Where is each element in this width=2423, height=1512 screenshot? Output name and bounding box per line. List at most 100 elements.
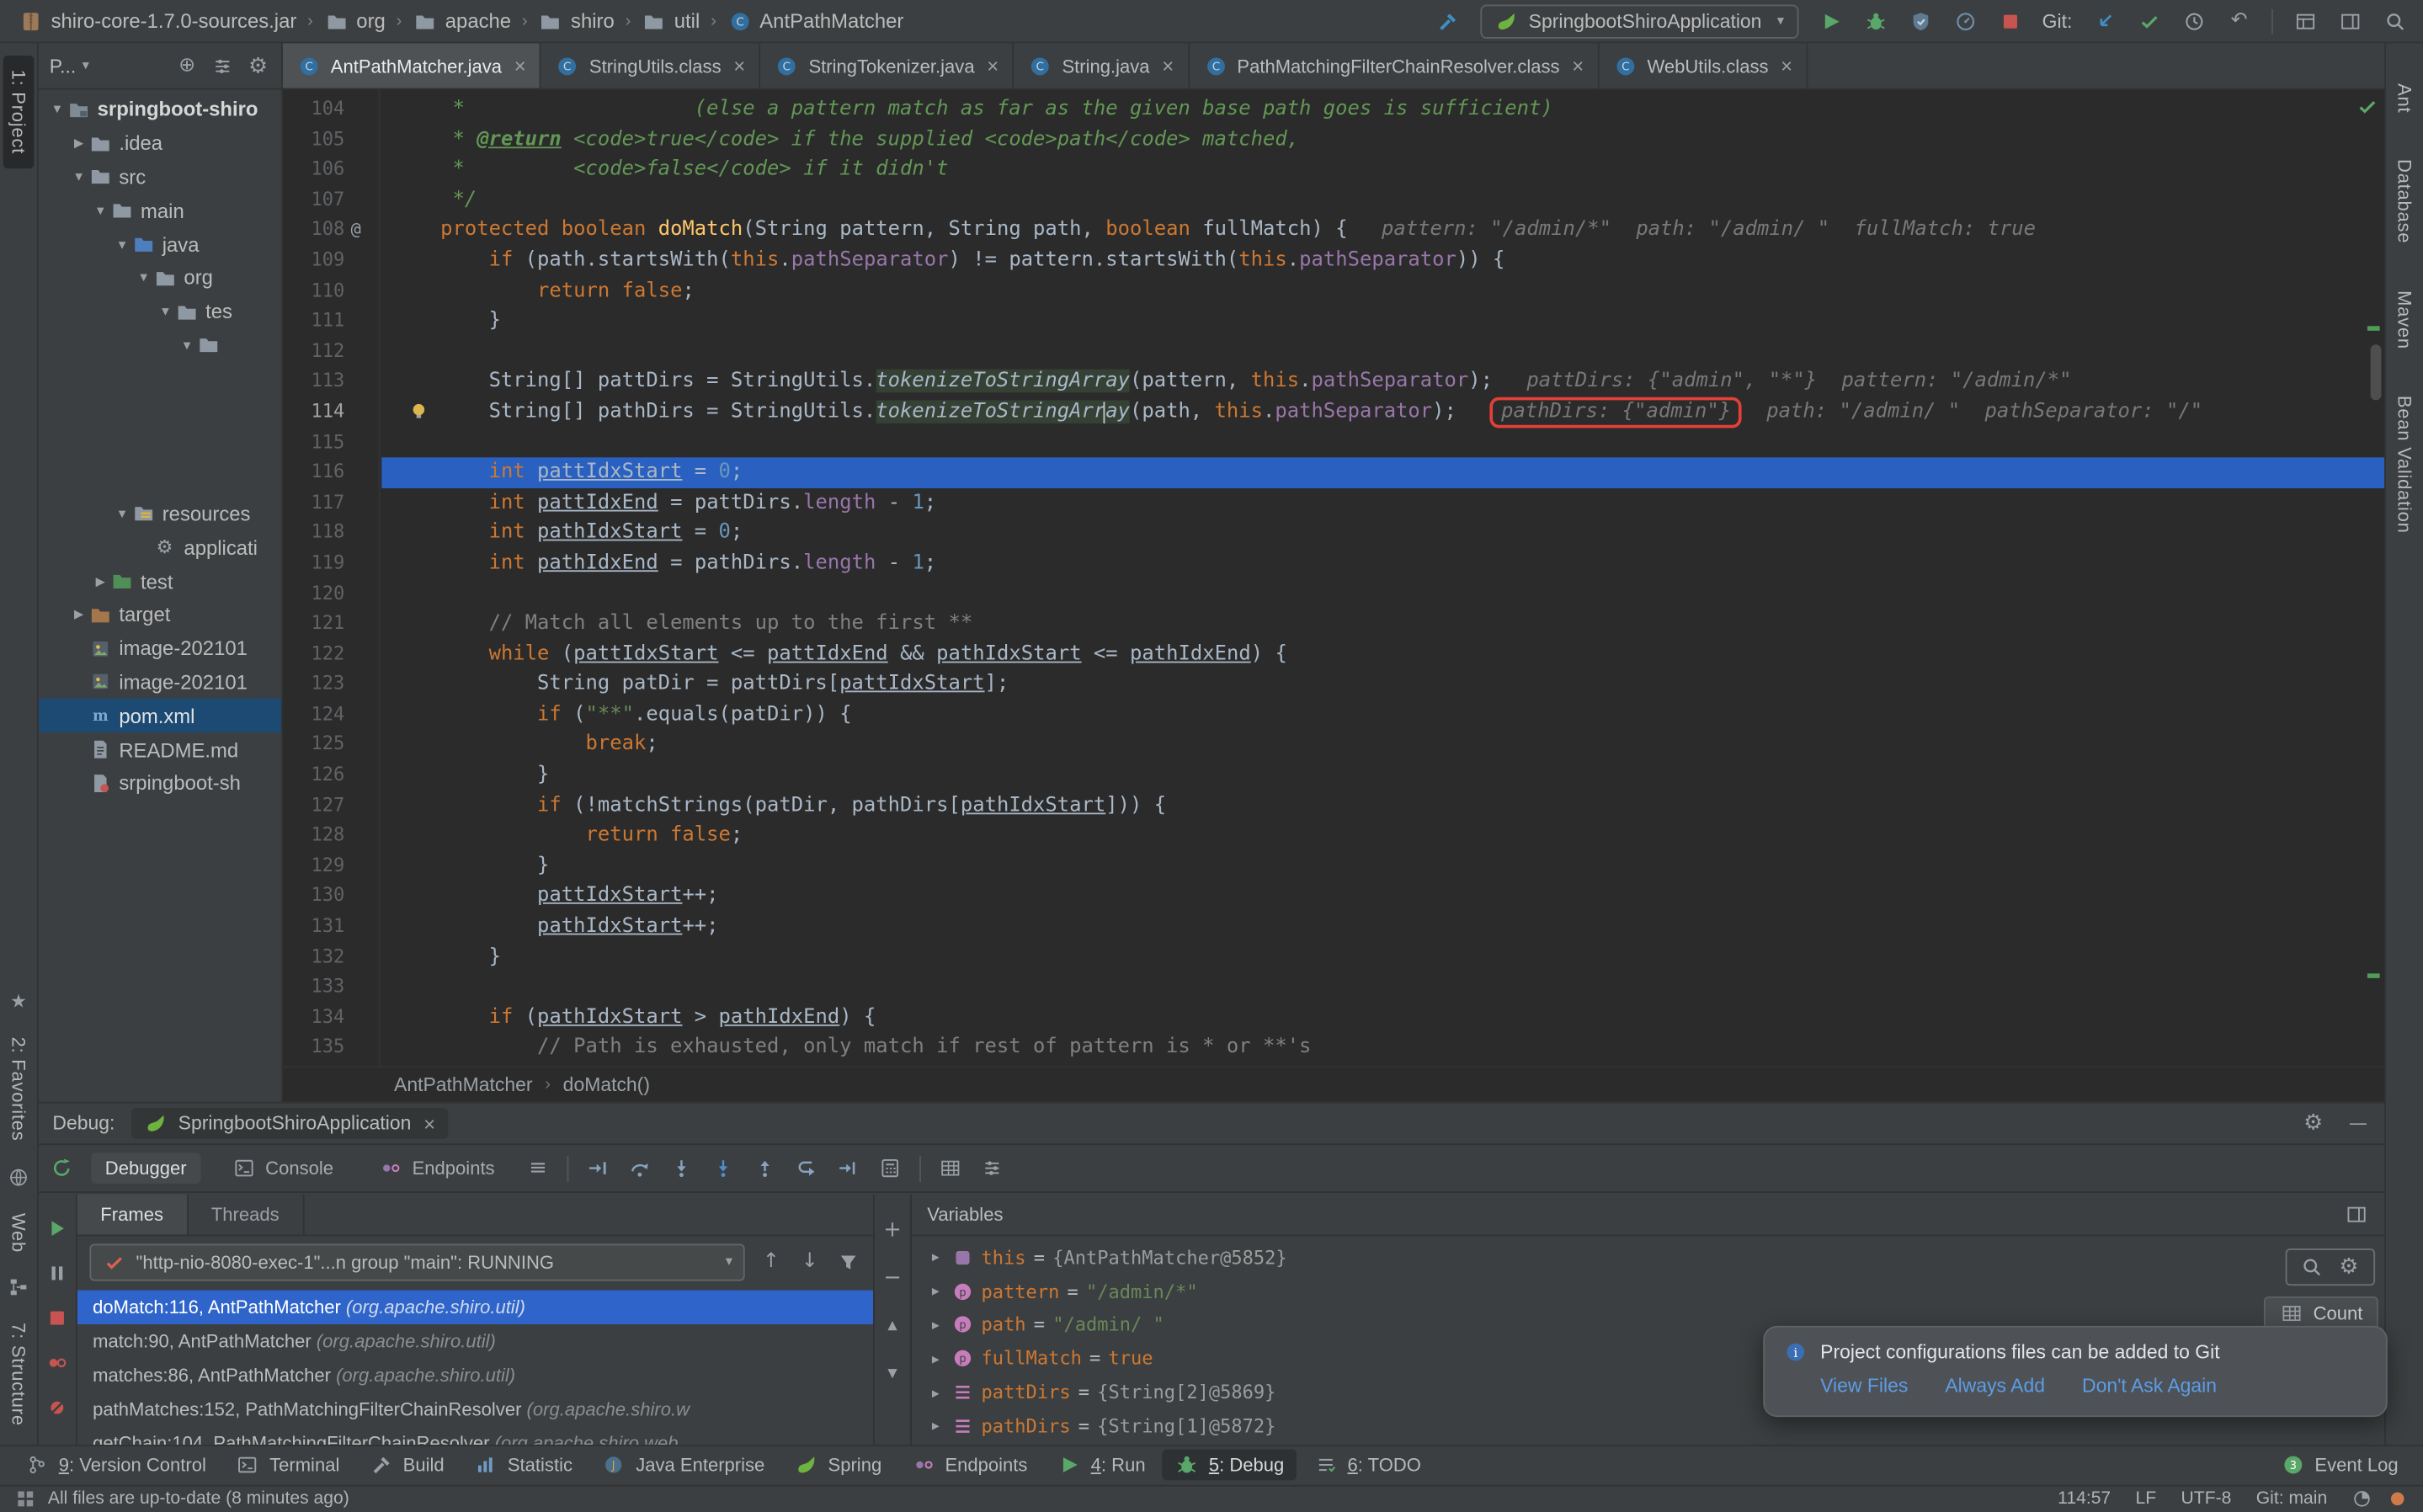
hammer-blue-icon[interactable] (1436, 8, 1461, 33)
line-number[interactable]: 113 (283, 367, 344, 397)
variable-row-this[interactable]: ▶this = {AntPathMatcher@5852} (912, 1241, 2384, 1275)
tree-item-readme-md[interactable]: README.md (39, 732, 281, 766)
debug-session-tab[interactable]: SpringbootShiroApplication × (132, 1108, 448, 1139)
chevron-right-icon[interactable]: ▶ (927, 1419, 944, 1434)
line-ending[interactable]: LF (2136, 1489, 2157, 1508)
editor-tab[interactable]: CString.java× (1014, 43, 1190, 88)
step-over-icon[interactable] (627, 1156, 652, 1180)
show-exec-icon[interactable] (586, 1156, 610, 1180)
line-number[interactable]: 114 (283, 397, 344, 428)
code-line[interactable]: 104 * (else a pattern match as far as th… (283, 94, 2384, 125)
search-icon[interactable] (2299, 1254, 2324, 1279)
step-into-icon[interactable] (669, 1156, 694, 1180)
code-line[interactable]: 134 if (pathIdxStart > pathIdxEnd) { (283, 1003, 2384, 1033)
line-number[interactable]: 126 (283, 760, 344, 791)
close-icon[interactable]: × (987, 54, 998, 77)
run-config-selector[interactable]: SpringbootShiroApplication▾ (1481, 4, 1798, 38)
tree-item-folder[interactable]: ▼ (39, 328, 281, 362)
line-number[interactable]: 120 (283, 578, 344, 609)
cursor-position[interactable]: 114:57 (2058, 1489, 2111, 1508)
tree-item-src[interactable]: ▼src (39, 160, 281, 194)
toolwindow-button-ant[interactable]: Ant (2394, 83, 2415, 113)
line-number[interactable]: 133 (283, 972, 344, 1003)
up-icon[interactable]: ↑ (759, 1249, 783, 1274)
toolwindow-button-spring[interactable]: Spring (781, 1450, 893, 1481)
debug-bug-icon[interactable] (1863, 8, 1888, 33)
breadcrumb-item[interactable]: util (639, 8, 703, 33)
code-line[interactable]: 118 int pathIdxStart = 0; (283, 518, 2384, 548)
structure-icon[interactable] (6, 1275, 30, 1300)
line-number[interactable]: 129 (283, 851, 344, 881)
code-line[interactable]: 107 */ (283, 185, 2384, 216)
commit-icon[interactable] (2137, 8, 2161, 33)
code-line[interactable]: 122 while (pattIdxStart <= pattIdxEnd &&… (283, 639, 2384, 669)
breadcrumb-method[interactable]: doMatch() (563, 1074, 650, 1096)
code-line[interactable]: 105 * @return <code>true</code> if the s… (283, 125, 2384, 155)
toolwindow-button-java-enterprise[interactable]: JJava Enterprise (589, 1450, 777, 1481)
line-number[interactable]: 117 (283, 487, 344, 518)
code-line[interactable]: 114 String[] pathDirs = StringUtils.toke… (283, 397, 2384, 428)
mute-icon[interactable] (45, 1395, 69, 1419)
tree-item-java[interactable]: ▼java (39, 227, 281, 261)
code-line[interactable]: 108@protected boolean doMatch(String pat… (283, 216, 2384, 246)
tree-item-idea[interactable]: ▶.idea (39, 126, 281, 160)
line-number[interactable]: 125 (283, 730, 344, 760)
layout-icon[interactable] (2293, 8, 2318, 33)
table-icon[interactable] (938, 1156, 962, 1180)
code-line[interactable]: 123 String patDir = pattDirs[pattIdxStar… (283, 669, 2384, 700)
code-line[interactable]: 117 int pattIdxEnd = pattDirs.length - 1… (283, 487, 2384, 518)
star-icon[interactable]: ★ (6, 989, 30, 1014)
error-stripe-mark[interactable] (2367, 326, 2380, 331)
chevron-right-icon[interactable]: ▶ (927, 1386, 944, 1400)
code-line[interactable]: 115 (283, 428, 2384, 458)
toolwindow-button-web[interactable]: Web (8, 1212, 29, 1252)
sliders-icon[interactable] (980, 1156, 1004, 1180)
code-line[interactable]: 127 if (!matchStrings(patDir, pathDirs[p… (283, 791, 2384, 821)
play-icon[interactable] (1819, 8, 1843, 33)
force-step-into-icon[interactable] (711, 1156, 736, 1180)
pause-icon[interactable] (45, 1261, 69, 1286)
menu-icon[interactable]: ≡ (525, 1156, 550, 1180)
chevron-right-icon[interactable]: ▶ (927, 1352, 944, 1366)
tree-item-srpingboot-sh[interactable]: srpingboot-sh (39, 766, 281, 800)
tree-item-image-202101[interactable]: image-202101 (39, 665, 281, 699)
debug-view-tab-debugger[interactable]: Debugger (91, 1153, 200, 1184)
code-line[interactable]: 106 * <code>false</code> if it didn't (283, 155, 2384, 185)
min-icon[interactable]: — (2346, 1111, 2370, 1136)
debug-view-tab-endpoints[interactable]: Endpoints (365, 1151, 509, 1185)
toolwindow-button-5-debug[interactable]: 5: Debug (1163, 1450, 1297, 1481)
code-line[interactable]: 125 break; (283, 730, 2384, 760)
breadcrumb-item[interactable]: shiro (535, 8, 618, 33)
code-line[interactable]: 111 } (283, 306, 2384, 337)
line-number[interactable]: 108 (283, 216, 344, 246)
tree-item-resources[interactable]: ▼resources (39, 497, 281, 530)
breadcrumb-item[interactable]: apache (410, 8, 514, 33)
toolwindow-button-event-log[interactable]: 3Event Log (2268, 1450, 2410, 1481)
toolwindow-button-2-favorites[interactable]: 2: Favorites (8, 1037, 29, 1142)
line-number[interactable]: 115 (283, 428, 344, 458)
stack-frame[interactable]: getChain:104, PathMatchingFilterChainRes… (77, 1426, 873, 1445)
editor-tab[interactable]: CPathMatchingFilterChainResolver.class× (1190, 43, 1600, 88)
code-editor[interactable]: 104 * (else a pattern match as far as th… (283, 89, 2384, 1066)
toolwindow-button-9-version-control[interactable]: 9: Version Control (13, 1450, 219, 1481)
update-icon[interactable] (2092, 8, 2117, 33)
line-number[interactable]: 128 (283, 821, 344, 851)
toolwindow-button-4-run[interactable]: 4: Run (1045, 1450, 1158, 1481)
chevron-right-icon[interactable]: ▶ (927, 1318, 944, 1333)
plus-icon[interactable]: + (880, 1217, 904, 1242)
evaluate-icon[interactable] (878, 1156, 903, 1180)
stack-frame[interactable]: pathMatches:152, PathMatchingFilterChain… (77, 1392, 873, 1426)
code-line[interactable]: 121 // Match all elements up to the firs… (283, 609, 2384, 639)
down-chev-icon[interactable]: ▼ (880, 1361, 904, 1386)
line-number[interactable]: 111 (283, 306, 344, 337)
tree-item-tes[interactable]: ▼tes (39, 295, 281, 328)
notification-action-always-add[interactable]: Always Add (1945, 1376, 2045, 1398)
rerun-icon[interactable] (50, 1156, 74, 1180)
code-line[interactable]: 120 (283, 578, 2384, 609)
close-icon[interactable]: × (1572, 54, 1584, 77)
tree-item-target[interactable]: ▶target (39, 598, 281, 631)
line-number[interactable]: 106 (283, 155, 344, 185)
stack-frame[interactable]: matches:86, AntPathMatcher (org.apache.s… (77, 1358, 873, 1392)
close-icon[interactable]: × (1162, 54, 1174, 77)
editor-tab[interactable]: CAntPathMatcher.java× (283, 43, 541, 88)
